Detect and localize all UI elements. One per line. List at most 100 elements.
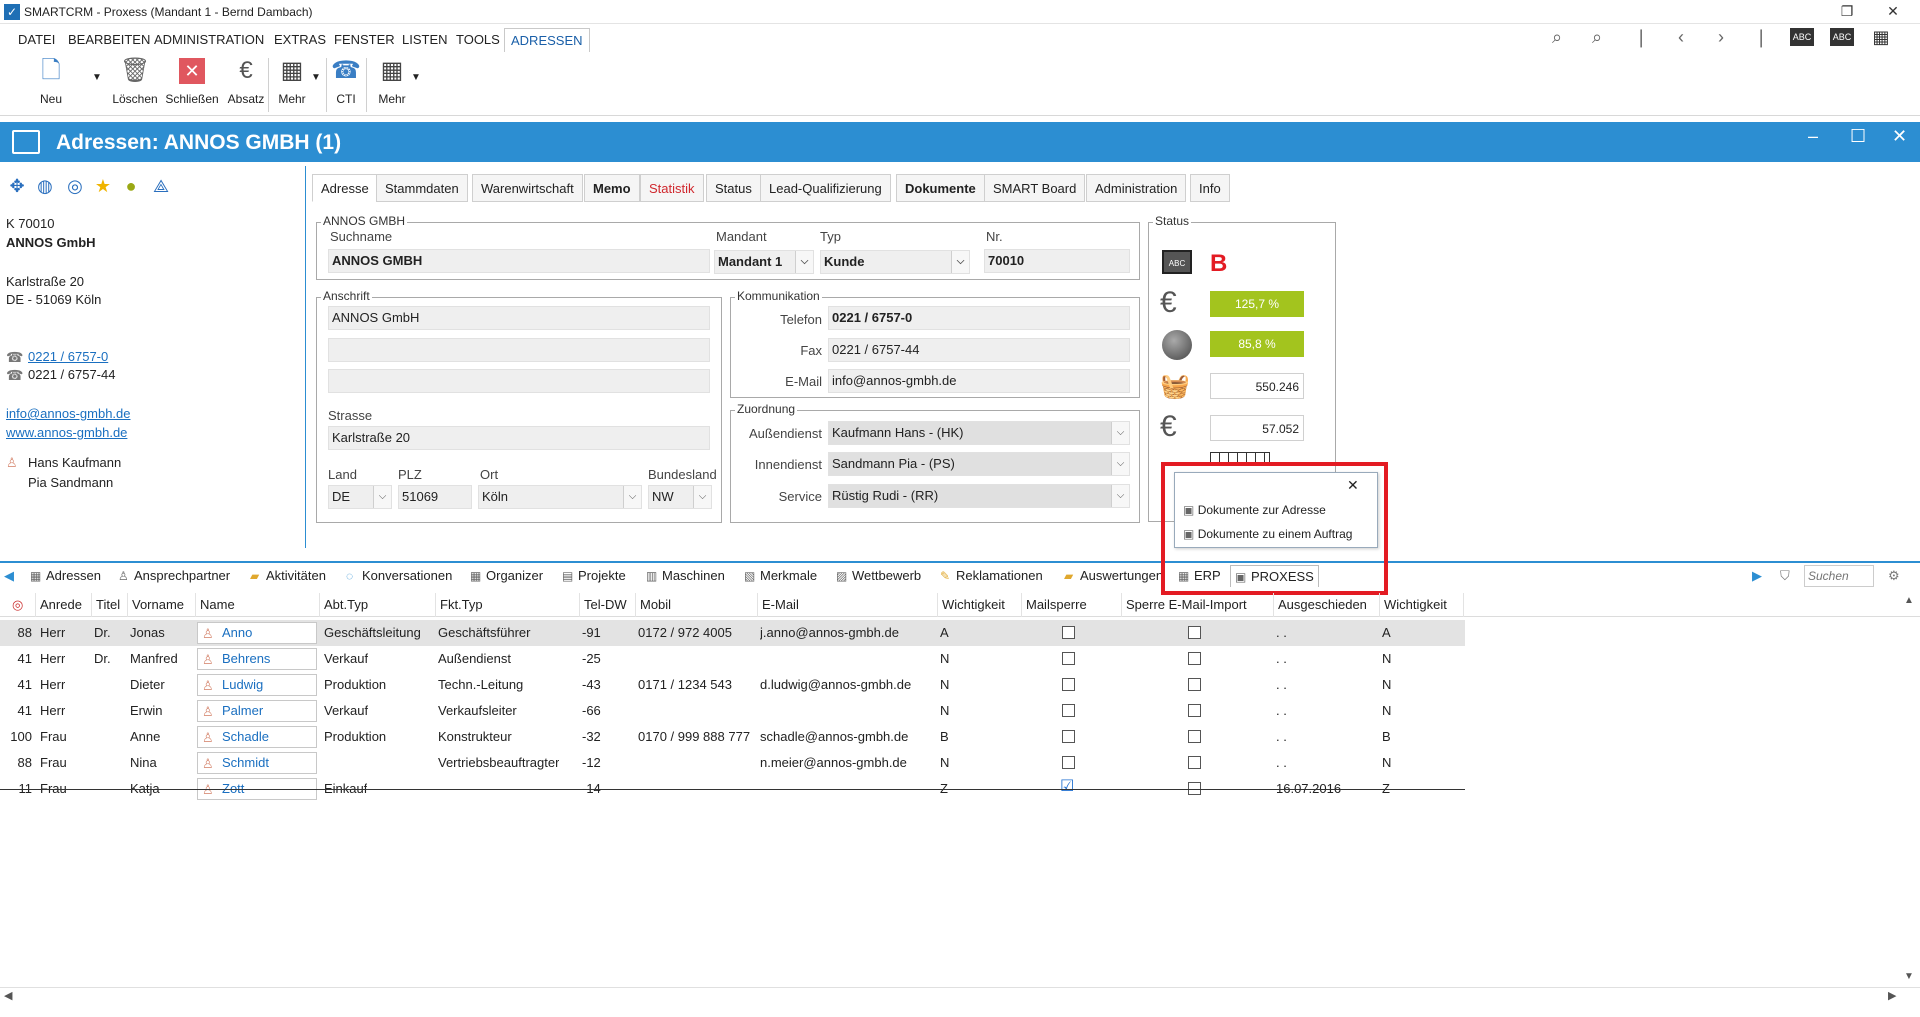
name2-field[interactable] — [328, 338, 710, 362]
table-row[interactable]: 88 Herr Dr. Jonas ♙ Anno Geschäftsleitung… — [0, 620, 1465, 646]
email-field[interactable]: info@annos-gmbh.de — [828, 369, 1130, 393]
share-icon[interactable]: ⟁ — [150, 175, 172, 197]
tab-lead-qualifizierung[interactable]: Lead-Qualifizierung — [760, 174, 891, 202]
cti-button[interactable]: ☎ CTI — [330, 56, 362, 112]
fax-field[interactable]: 0221 / 6757-44 — [828, 338, 1130, 362]
strasse-field[interactable]: Karlstraße 20 — [328, 426, 710, 450]
new-dropdown-arrow[interactable]: ▼ — [90, 72, 104, 128]
search-globe-icon[interactable]: ◎ — [64, 175, 86, 197]
innendienst-select[interactable]: Sandmann Pia - (PS) ⌵ — [828, 452, 1130, 476]
ort-select[interactable]: Köln ⌵ — [478, 485, 642, 509]
table-row[interactable]: 41 Herr Dr. Manfred ♙ Behrens Verkauf Auß… — [0, 646, 1465, 672]
star-icon[interactable]: ★ — [92, 175, 114, 197]
table-row[interactable]: 41 Herr Erwin ♙ Palmer Verkauf Verkaufsle… — [0, 698, 1465, 724]
restore-button[interactable]: ❐ — [1824, 0, 1870, 24]
tab-adresse[interactable]: Adresse — [312, 174, 378, 202]
col-fkt-typ[interactable]: Fkt.Typ — [436, 593, 580, 617]
btab-auswertungen[interactable]: ▰ Auswertungen — [1064, 565, 1163, 587]
col-wichtigkeit-2[interactable]: Wichtigkeit — [1380, 593, 1464, 617]
table-row[interactable]: 100 Frau Anne ♙ Schadle Produktion Konstr… — [0, 724, 1465, 750]
contact-name-link[interactable]: ♙ Ludwig — [197, 674, 317, 696]
menu-bearbeiten[interactable]: BEARBEITEN — [62, 28, 156, 52]
aussendienst-select[interactable]: Kaufmann Hans - (HK) ⌵ — [828, 421, 1130, 445]
scroll-down-icon[interactable]: ▼ — [1904, 971, 1914, 982]
contact-name-link[interactable]: ♙ Schadle — [197, 726, 317, 748]
menu-listen[interactable]: LISTEN — [396, 28, 454, 52]
prev-icon[interactable]: ‹ — [1668, 26, 1694, 48]
contact-primary[interactable]: Hans Kaufmann — [28, 455, 121, 470]
menu-extras[interactable]: EXTRAS — [268, 28, 332, 52]
scroll-right-icon[interactable]: ▶ — [1888, 989, 1896, 1002]
col-mailsperre[interactable]: Mailsperre — [1022, 593, 1122, 617]
contact-name-link[interactable]: ♙ Behrens — [197, 648, 317, 670]
header-close-button[interactable]: ✕ — [1892, 126, 1907, 147]
mandant-select[interactable]: Mandant 1 ⌵ — [714, 250, 814, 274]
search-clear-icon[interactable]: ⌕ — [1584, 26, 1610, 48]
tab-memo[interactable]: Memo — [584, 174, 640, 202]
btab-merkmale[interactable]: ▧ Merkmale — [744, 565, 817, 587]
menu-tools[interactable]: TOOLS — [450, 28, 506, 52]
search-icon[interactable]: ⌕ — [1544, 26, 1570, 48]
col-email[interactable]: E-Mail — [758, 593, 938, 617]
btab-projekte[interactable]: ▤ Projekte — [562, 565, 626, 587]
mailsperre-checkbox[interactable] — [1062, 730, 1075, 743]
sperre-import-checkbox[interactable] — [1188, 730, 1201, 743]
contact-name-link[interactable]: ♙ Palmer — [197, 700, 317, 722]
last-icon[interactable]: ❘ — [1748, 26, 1774, 48]
tab-administration[interactable]: Administration — [1086, 174, 1187, 202]
scroll-up-icon[interactable]: ▲ — [1904, 595, 1914, 606]
btab-wettbewerb[interactable]: ▨ Wettbewerb — [836, 565, 921, 587]
col-titel[interactable]: Titel — [92, 593, 128, 617]
sperre-import-checkbox[interactable] — [1188, 756, 1201, 769]
btab-ansprechpartner[interactable]: ♙ Ansprechpartner — [118, 565, 230, 587]
btab-konversationen[interactable]: ◌ Konversationen — [346, 565, 452, 587]
table-row[interactable]: 88 Frau Nina ♙ Schmidt Vertriebsbeauftrag… — [0, 750, 1465, 776]
contact-name-link[interactable]: ♙ Anno — [197, 622, 317, 644]
email-link[interactable]: info@annos-gmbh.de — [6, 406, 131, 421]
col-name[interactable]: Name — [196, 593, 320, 617]
service-select[interactable]: Rüstig Rudi - (RR) ⌵ — [828, 484, 1130, 508]
mailsperre-checkbox[interactable] — [1062, 704, 1075, 717]
nr-field[interactable]: 70010 — [984, 249, 1130, 273]
tab-smart-board[interactable]: SMART Board — [984, 174, 1086, 202]
col-anrede[interactable]: Anrede — [36, 593, 92, 617]
new-button[interactable]: 🗋 Neu — [34, 56, 68, 112]
menu-adressen[interactable]: ADRESSEN — [504, 28, 590, 52]
mailsperre-checkbox[interactable] — [1062, 678, 1075, 691]
sperre-import-checkbox[interactable] — [1188, 678, 1201, 691]
tab-status[interactable]: Status — [706, 174, 761, 202]
col-sperre-email-import[interactable]: Sperre E-Mail-Import — [1122, 593, 1274, 617]
col-mobil[interactable]: Mobil — [636, 593, 758, 617]
tab-info[interactable]: Info — [1190, 174, 1230, 202]
mailsperre-checkbox[interactable] — [1062, 756, 1075, 769]
btab-reklamationen[interactable]: ✎ Reklamationen — [940, 565, 1043, 587]
scroll-left-icon[interactable]: ◀ — [4, 565, 14, 587]
contact-secondary[interactable]: Pia Sandmann — [28, 475, 113, 490]
bundesland-select[interactable]: NW ⌵ — [648, 485, 712, 509]
status-circle-icon[interactable]: ● — [120, 175, 142, 197]
grid-settings-icon[interactable]: ⚙ — [1888, 565, 1900, 587]
horizontal-scrollbar[interactable]: ◀ ▶ — [0, 987, 1920, 1005]
name3-field[interactable] — [328, 369, 710, 393]
mailsperre-checkbox[interactable] — [1062, 626, 1075, 639]
next-icon[interactable]: › — [1708, 26, 1734, 48]
vertical-scrollbar[interactable]: ▲ ▼ — [1900, 593, 1920, 987]
table-row-inactive[interactable]: 11 Frau Katja ♙Zott Einkauf -14 Z ☑ 16.0… — [0, 776, 1465, 802]
phone-link[interactable]: 0221 / 6757-0 — [28, 349, 108, 364]
name1-field[interactable]: ANNOS GmbH — [328, 306, 710, 330]
col-abt-typ[interactable]: Abt.Typ — [320, 593, 436, 617]
sperre-import-checkbox[interactable] — [1188, 652, 1201, 665]
abc-board-icon[interactable]: ABC — [1790, 28, 1814, 46]
btab-organizer[interactable]: ▦ Organizer — [470, 565, 543, 587]
btab-maschinen[interactable]: ▥ Maschinen — [646, 565, 725, 587]
network-icon[interactable]: ✥ — [6, 175, 28, 197]
col-wichtigkeit[interactable]: Wichtigkeit — [938, 593, 1022, 617]
suchname-field[interactable]: ANNOS GMBH — [328, 249, 710, 273]
scroll-left-icon[interactable]: ◀ — [4, 989, 12, 1002]
mailsperre-checkbox[interactable] — [1062, 652, 1075, 665]
scroll-right-icon[interactable]: ▶ — [1752, 565, 1762, 587]
sperre-import-checkbox[interactable] — [1188, 626, 1201, 639]
header-minimize-button[interactable]: – — [1808, 126, 1818, 147]
more-dropdown-arrow-2[interactable]: ▼ — [410, 72, 422, 128]
more-button-1[interactable]: ▦ Mehr — [272, 56, 312, 112]
